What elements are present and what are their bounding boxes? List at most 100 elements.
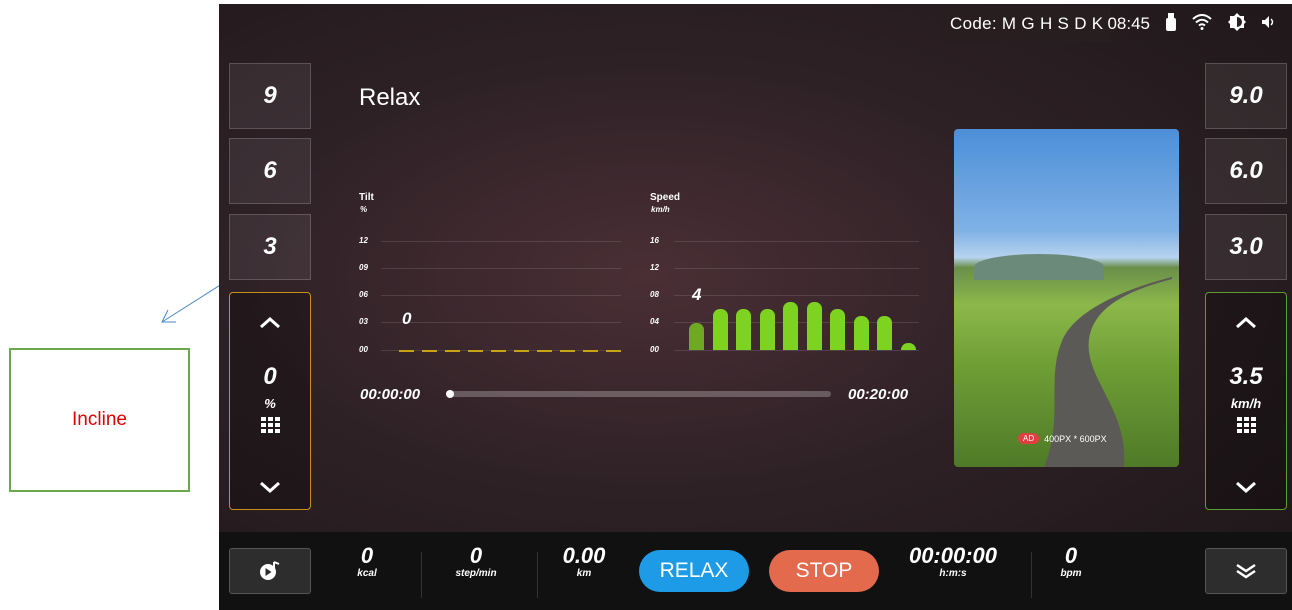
- speed-control: 3.5 km/h: [1205, 292, 1287, 510]
- tilt-bar: [537, 350, 552, 352]
- speed-preset-9[interactable]: 9.0: [1205, 63, 1287, 129]
- calories-value: 0: [360, 543, 374, 568]
- time-stat: 00:00:00 h:m:s: [897, 543, 1009, 580]
- speed-gridline: [674, 295, 919, 296]
- tilt-bar: [468, 350, 483, 352]
- speed-bar: [853, 315, 869, 350]
- ad-tag: AD: [1018, 433, 1040, 444]
- tilt-tick-label: 06: [359, 290, 368, 299]
- cadence-stat: 0 step/min: [441, 543, 511, 580]
- music-play-icon: [260, 561, 280, 580]
- speed-chart-title: Speed: [650, 192, 681, 203]
- collapse-button[interactable]: [1205, 548, 1287, 594]
- speed-gridline: [674, 241, 919, 242]
- incline-annotation-label: Incline: [72, 409, 127, 430]
- speed-bar: [830, 309, 845, 350]
- incline-preset-3[interactable]: 3: [229, 214, 311, 280]
- wifi-icon: [1192, 13, 1212, 35]
- tilt-gridline: [381, 322, 621, 323]
- tilt-bar: [422, 350, 437, 352]
- elapsed-time: 00:00:00: [360, 386, 421, 403]
- speed-down-button[interactable]: [1206, 473, 1286, 499]
- tilt-tick-label: 03: [359, 317, 368, 326]
- distance-value: 0.00: [562, 543, 606, 568]
- tilt-bar: [606, 350, 621, 352]
- workout-progress-knob: [446, 390, 454, 398]
- divider: [1031, 552, 1032, 598]
- speed-tick-label: 12: [650, 263, 659, 272]
- tilt-bar: [514, 350, 529, 352]
- ad-road: [1044, 277, 1172, 467]
- speed-tick-label: 08: [650, 290, 659, 299]
- cadence-unit: step/min: [455, 568, 497, 579]
- volume-icon[interactable]: [1262, 14, 1276, 34]
- tilt-current-value: 0: [402, 309, 412, 328]
- speed-preset-6[interactable]: 6.0: [1205, 138, 1287, 204]
- time-unit: h:m:s: [939, 568, 967, 579]
- tilt-bar: [445, 350, 460, 352]
- tilt-tick-label: 12: [359, 236, 368, 245]
- incline-up-button[interactable]: [230, 309, 310, 335]
- speed-bar: [736, 309, 751, 350]
- speed-keypad-icon[interactable]: [1237, 417, 1257, 433]
- ad-image[interactable]: AD 400PX * 600PX: [954, 129, 1179, 467]
- incline-keypad-icon[interactable]: [261, 417, 281, 433]
- incline-down-button[interactable]: [230, 473, 310, 499]
- device-code: Code: M G H S D K: [942, 6, 1112, 42]
- speed-up-button[interactable]: [1206, 309, 1286, 335]
- program-title: Relax: [359, 84, 421, 111]
- usb-icon: [1166, 12, 1176, 36]
- stop-button[interactable]: STOP: [769, 550, 879, 592]
- total-time: 00:20:00: [848, 386, 909, 403]
- bottom-bar: 0 kcal 0 step/min 0.00 km RELAX STOP 00:…: [219, 532, 1292, 610]
- treadmill-screen: Code: M G H S D K 08:45 9 6 3 0 % 9.0 6.…: [219, 4, 1292, 610]
- double-chevron-down-icon: [1236, 563, 1256, 579]
- tilt-gridline: [381, 295, 621, 296]
- tilt-bar: [399, 350, 414, 352]
- speed-bar: [783, 302, 798, 350]
- incline-annotation-box: Incline: [9, 348, 190, 492]
- divider: [537, 552, 538, 598]
- tilt-bar: [560, 350, 575, 352]
- divider: [421, 552, 422, 598]
- status-bar: Code: M G H S D K 08:45: [942, 4, 1292, 44]
- incline-value: 0: [263, 363, 277, 390]
- speed-tick-label: 16: [650, 236, 659, 245]
- music-button[interactable]: [229, 548, 311, 594]
- incline-preset-9[interactable]: 9: [229, 63, 311, 129]
- speed-gridline: [674, 268, 919, 269]
- distance-stat: 0.00 km: [549, 543, 619, 580]
- cadence-value: 0: [469, 543, 483, 568]
- clock: 08:45: [1107, 14, 1150, 33]
- ad-size-text: 400PX * 600PX: [1044, 433, 1107, 444]
- speed-bar: [689, 322, 704, 350]
- incline-unit: %: [264, 396, 276, 411]
- speed-chart-unit: km/h: [651, 205, 670, 214]
- brightness-icon[interactable]: [1228, 12, 1246, 36]
- speed-tick-label: 00: [650, 345, 659, 354]
- tilt-bar: [583, 350, 598, 352]
- calories-stat: 0 kcal: [337, 543, 397, 580]
- speed-bar: [712, 309, 728, 350]
- tilt-gridline: [381, 268, 621, 269]
- tilt-tick-label: 09: [359, 263, 368, 272]
- ad-badge: AD 400PX * 600PX: [1018, 433, 1107, 444]
- speed-bar: [900, 343, 916, 350]
- workout-progress-track: [449, 391, 831, 397]
- heart-rate-unit: bpm: [1060, 568, 1082, 579]
- distance-unit: km: [576, 568, 592, 579]
- calories-unit: kcal: [357, 568, 377, 579]
- incline-control: 0 %: [229, 292, 311, 510]
- speed-bar: [877, 315, 892, 350]
- time-value: 00:00:00: [908, 543, 998, 568]
- relax-button[interactable]: RELAX: [639, 550, 749, 592]
- heart-rate-value: 0: [1064, 543, 1078, 568]
- speed-preset-3[interactable]: 3.0: [1205, 214, 1287, 280]
- tilt-chart-title: Tilt: [359, 192, 374, 203]
- tilt-gridline: [381, 241, 621, 242]
- speed-bar: [759, 309, 775, 350]
- incline-preset-6[interactable]: 6: [229, 138, 311, 204]
- speed-bar: [806, 302, 822, 350]
- speed-tick-label: 04: [650, 317, 659, 326]
- speed-unit: km/h: [1230, 396, 1262, 411]
